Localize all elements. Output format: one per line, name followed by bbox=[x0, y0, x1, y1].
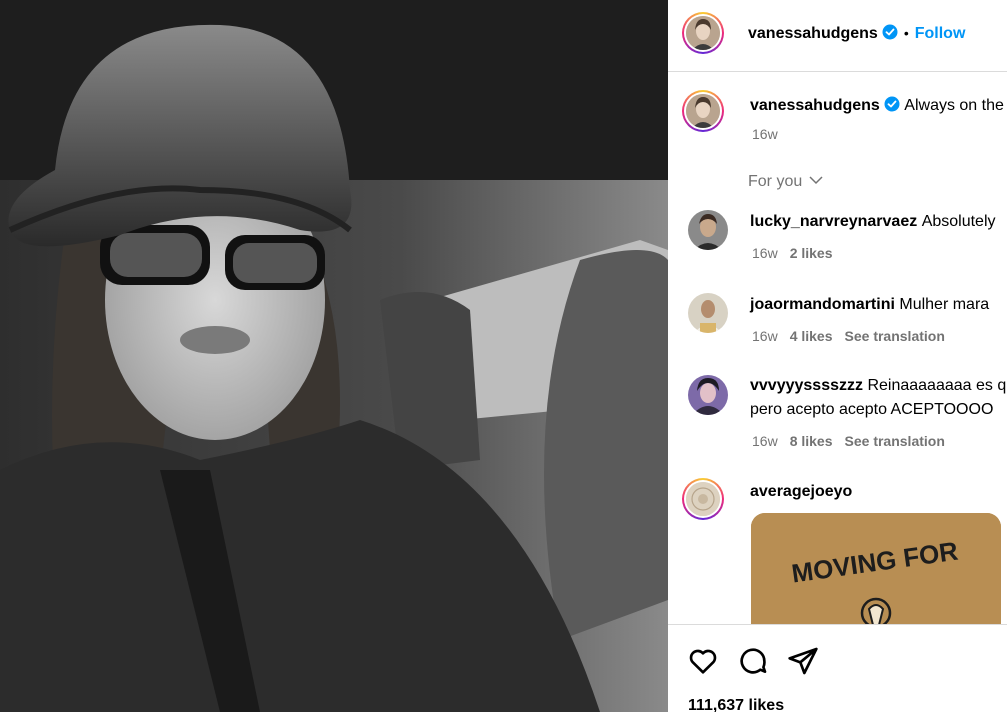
author-username[interactable]: vanessahudgens bbox=[748, 25, 878, 42]
comment-line: joaormandomartini Mulher mara bbox=[750, 296, 989, 314]
follow-button[interactable]: Follow bbox=[915, 25, 966, 42]
comment-text: Mulher mara bbox=[899, 296, 990, 313]
comment-icon[interactable] bbox=[737, 645, 769, 677]
caption-time[interactable]: 16w bbox=[752, 126, 778, 142]
likes-count[interactable]: 111,637 likes bbox=[688, 697, 784, 712]
post-side-panel: vanessahudgens • Follow vanessahudgens Alw… bbox=[668, 0, 1007, 712]
comment-meta: 16w 2 likes bbox=[752, 245, 845, 261]
comment-username[interactable]: vvvyyysssszzz bbox=[750, 377, 863, 394]
comment-username[interactable]: averagejoeyo bbox=[750, 483, 852, 500]
separator-dot: • bbox=[903, 25, 909, 41]
comment-text-continued: pero acepto acepto ACEPTOOOO bbox=[750, 401, 994, 418]
chevron-down-icon bbox=[809, 176, 823, 185]
comment-username[interactable]: lucky_narvreynarvaez bbox=[750, 213, 917, 230]
see-translation-link[interactable]: See translation bbox=[845, 433, 945, 449]
comment-meta: 16w 4 likes See translation bbox=[752, 328, 957, 344]
comment-avatar[interactable] bbox=[688, 375, 728, 415]
comment-text: Reinaaaaaaaa es qu bbox=[867, 377, 1007, 394]
comment-likes[interactable]: 8 likes bbox=[790, 433, 833, 449]
header-author-line: vanessahudgens • Follow bbox=[748, 24, 965, 43]
comment-avatar[interactable] bbox=[688, 210, 728, 250]
comment-sort-dropdown[interactable]: For you bbox=[748, 173, 823, 191]
verified-badge-icon bbox=[884, 96, 900, 112]
comment-time[interactable]: 16w bbox=[752, 433, 778, 449]
caption-username[interactable]: vanessahudgens bbox=[750, 97, 880, 114]
caption-text: Always on the bbox=[904, 97, 1004, 114]
verified-badge-icon bbox=[882, 24, 898, 40]
see-translation-link[interactable]: See translation bbox=[845, 328, 945, 344]
caption-avatar[interactable] bbox=[682, 90, 724, 132]
comment-time[interactable]: 16w bbox=[752, 328, 778, 344]
post-photo[interactable] bbox=[0, 0, 668, 712]
comment-meta: 16w 8 likes See translation bbox=[752, 433, 957, 449]
sort-label: For you bbox=[748, 173, 803, 190]
comment-line: averagejoeyo bbox=[750, 483, 852, 501]
comment-likes[interactable]: 2 likes bbox=[790, 245, 833, 261]
author-avatar[interactable] bbox=[682, 12, 724, 54]
post-actions-bar: 111,637 likes bbox=[668, 624, 1007, 712]
comment-avatar[interactable] bbox=[682, 478, 724, 520]
comment-time[interactable]: 16w bbox=[752, 245, 778, 261]
comment-likes[interactable]: 4 likes bbox=[790, 328, 833, 344]
comment-text: Absolutely bbox=[921, 213, 996, 230]
comment-avatar[interactable] bbox=[688, 293, 728, 333]
heart-icon[interactable] bbox=[687, 645, 719, 677]
comment-username[interactable]: joaormandomartini bbox=[750, 296, 895, 313]
comment-line: lucky_narvreynarvaez Absolutely bbox=[750, 213, 996, 231]
caption-line: vanessahudgens Always on the bbox=[750, 96, 1004, 115]
caption-meta: 16w bbox=[752, 126, 790, 142]
post-header: vanessahudgens • Follow bbox=[668, 0, 1007, 72]
comment-line: vvvyyysssszzz Reinaaaaaaaa es qu bbox=[750, 377, 1007, 395]
share-icon[interactable] bbox=[787, 645, 819, 677]
